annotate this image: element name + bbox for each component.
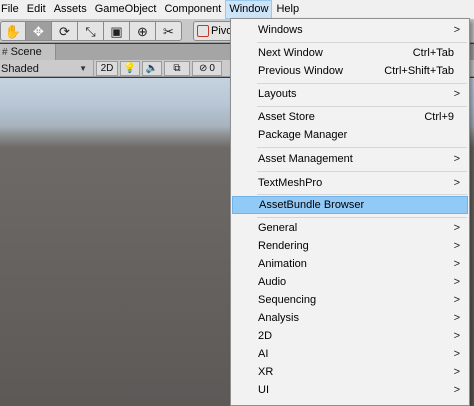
menu-item-label: Audio <box>258 276 287 288</box>
2d-mode-button[interactable]: 2D <box>96 61 118 76</box>
submenu-arrow-icon: > <box>453 24 460 36</box>
pivot-toggle-button[interactable]: Pivo <box>193 21 233 41</box>
submenu-arrow-icon: > <box>453 258 460 270</box>
submenu-arrow-icon: > <box>453 222 460 234</box>
menu-item-windows[interactable]: Windows > <box>232 21 468 39</box>
menu-separator <box>257 83 467 84</box>
audio-icon[interactable]: 🔈 <box>142 61 162 76</box>
menu-item-previous-window[interactable]: Previous Window Ctrl+Shift+Tab <box>232 62 468 80</box>
menu-item-textmeshpro[interactable]: TextMeshPro > <box>232 174 468 192</box>
menu-help[interactable]: Help <box>272 0 303 19</box>
menu-window[interactable]: Window <box>225 0 273 19</box>
submenu-arrow-icon: > <box>453 88 460 100</box>
menu-item-shortcut: Ctrl+9 <box>424 111 454 123</box>
menu-edit[interactable]: Edit <box>23 0 50 19</box>
menu-item-label: Layouts <box>258 88 297 100</box>
window-menu-dropdown: Windows > Next Window Ctrl+Tab Previous … <box>230 18 470 406</box>
visibility-toggle[interactable]: ⊘ 0 <box>192 61 222 76</box>
menu-item-label: AssetBundle Browser <box>259 199 365 211</box>
submenu-arrow-icon: > <box>453 330 460 342</box>
menu-item-label: General <box>258 222 298 234</box>
submenu-arrow-icon: > <box>453 153 460 165</box>
menu-separator <box>257 42 467 43</box>
submenu-arrow-icon: > <box>453 384 460 396</box>
menu-separator <box>257 171 467 172</box>
menu-item-general[interactable]: General > <box>232 219 468 237</box>
menu-item-layouts[interactable]: Layouts > <box>232 85 468 103</box>
menu-item-2d[interactable]: 2D > <box>232 327 468 345</box>
visibility-icon: ⊘ <box>199 62 208 74</box>
menu-item-rendering[interactable]: Rendering > <box>232 237 468 255</box>
submenu-arrow-icon: > <box>453 276 460 288</box>
effects-icon[interactable]: ⧉ <box>164 61 190 76</box>
menu-item-label: XR <box>258 366 274 378</box>
scene-hash-icon: # <box>2 46 8 58</box>
menu-item-label: Package Manager <box>258 129 348 141</box>
menu-item-label: TextMeshPro <box>258 177 323 189</box>
shading-mode-label: Shaded <box>1 62 39 75</box>
menu-item-label: Sequencing <box>258 294 317 306</box>
rect-icon[interactable]: ▣ <box>104 21 130 41</box>
dropdown-arrow-icon: ▼ <box>79 64 87 73</box>
scale-icon[interactable]: ⤡ <box>78 21 104 41</box>
menu-item-label: AI <box>258 348 269 360</box>
transform-tools: ✋ ✥ ⟳ ⤡ ▣ ⊕ ✂ <box>0 21 182 41</box>
move-icon[interactable]: ✥ <box>26 21 52 41</box>
menu-separator <box>257 147 467 148</box>
menu-item-label: Rendering <box>258 240 309 252</box>
menu-item-label: 2D <box>258 330 273 342</box>
menu-item-label: Next Window <box>258 47 323 59</box>
submenu-arrow-icon: > <box>453 240 460 252</box>
menu-assets[interactable]: Assets <box>50 0 91 19</box>
submenu-arrow-icon: > <box>453 366 460 378</box>
menu-item-asset-store[interactable]: Asset Store Ctrl+9 <box>232 108 468 126</box>
transform-icon[interactable]: ⊕ <box>130 21 156 41</box>
menu-item-next-window[interactable]: Next Window Ctrl+Tab <box>232 44 468 62</box>
menu-file[interactable]: File <box>0 0 23 19</box>
menu-item-shortcut: Ctrl+Shift+Tab <box>384 65 454 77</box>
rotate-icon[interactable]: ⟳ <box>52 21 78 41</box>
menu-separator <box>257 217 467 218</box>
menu-item-audio[interactable]: Audio > <box>232 273 468 291</box>
menu-item-sequencing[interactable]: Sequencing > <box>232 291 468 309</box>
submenu-arrow-icon: > <box>453 177 460 189</box>
menu-item-asset-management[interactable]: Asset Management > <box>232 150 468 168</box>
pivot-icon <box>197 25 209 37</box>
menu-item-label: Windows <box>258 24 303 36</box>
menu-separator <box>257 194 467 195</box>
submenu-arrow-icon: > <box>453 348 460 360</box>
menu-item-label: Asset Management <box>258 153 353 165</box>
custom-tool-icon[interactable]: ✂ <box>156 21 182 41</box>
menu-item-assetbundle-browser[interactable]: AssetBundle Browser <box>232 196 468 214</box>
tab-scene[interactable]: # Scene <box>0 44 56 60</box>
menu-item-shortcut: Ctrl+Tab <box>412 47 454 59</box>
menu-item-analysis[interactable]: Analysis > <box>232 309 468 327</box>
submenu-arrow-icon: > <box>453 312 460 324</box>
menu-component[interactable]: Component <box>160 0 225 19</box>
menu-item-label: Animation <box>258 258 307 270</box>
menu-item-label: Previous Window <box>258 65 343 77</box>
menu-item-package-manager[interactable]: Package Manager <box>232 126 468 144</box>
tab-scene-label: Scene <box>10 46 42 58</box>
visibility-count: 0 <box>209 62 215 74</box>
shading-mode-dropdown[interactable]: Shaded ▼ <box>0 60 94 77</box>
menu-item-label: UI <box>258 384 269 396</box>
menu-bar: File Edit Assets GameObject Component Wi… <box>0 0 474 19</box>
menu-item-ui[interactable]: UI > <box>232 381 468 399</box>
menu-item-ai[interactable]: AI > <box>232 345 468 363</box>
menu-item-xr[interactable]: XR > <box>232 363 468 381</box>
hand-icon[interactable]: ✋ <box>0 21 26 41</box>
lighting-icon[interactable]: 💡 <box>120 61 140 76</box>
menu-item-label: Analysis <box>258 312 299 324</box>
menu-gameobject[interactable]: GameObject <box>91 0 161 19</box>
menu-item-animation[interactable]: Animation > <box>232 255 468 273</box>
menu-item-label: Asset Store <box>258 111 315 123</box>
submenu-arrow-icon: > <box>453 294 460 306</box>
menu-separator <box>257 106 467 107</box>
